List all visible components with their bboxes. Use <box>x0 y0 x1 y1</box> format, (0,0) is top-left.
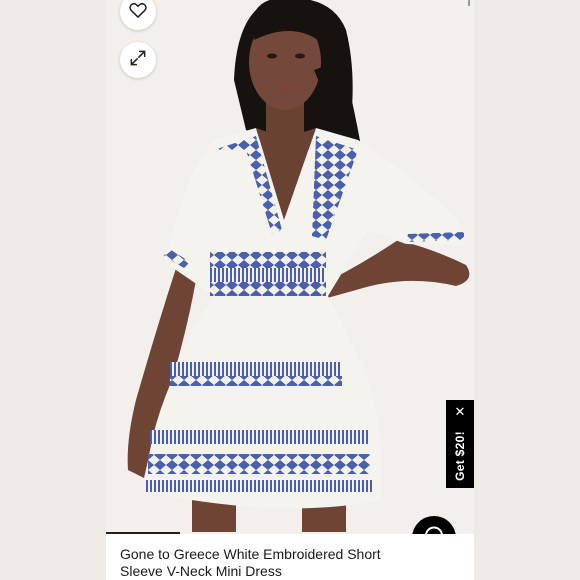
promo-tab[interactable]: ✕ Get $20! <box>446 400 474 488</box>
promo-label[interactable]: Get $20! <box>453 431 467 481</box>
product-photo[interactable] <box>106 0 474 532</box>
promo-close-icon[interactable]: ✕ <box>446 404 474 420</box>
scroll-indicator <box>468 0 470 6</box>
product-title[interactable]: Gone to Greece White Embroidered Short S… <box>120 546 420 580</box>
product-caption: Gone to Greece White Embroidered Short S… <box>106 534 474 580</box>
product-image-viewer: ✕ Get $20! Gone to Greece White Embroide… <box>106 0 474 580</box>
expand-image-button[interactable] <box>120 42 156 78</box>
expand-arrows-icon <box>128 48 148 73</box>
heart-icon <box>128 0 148 25</box>
